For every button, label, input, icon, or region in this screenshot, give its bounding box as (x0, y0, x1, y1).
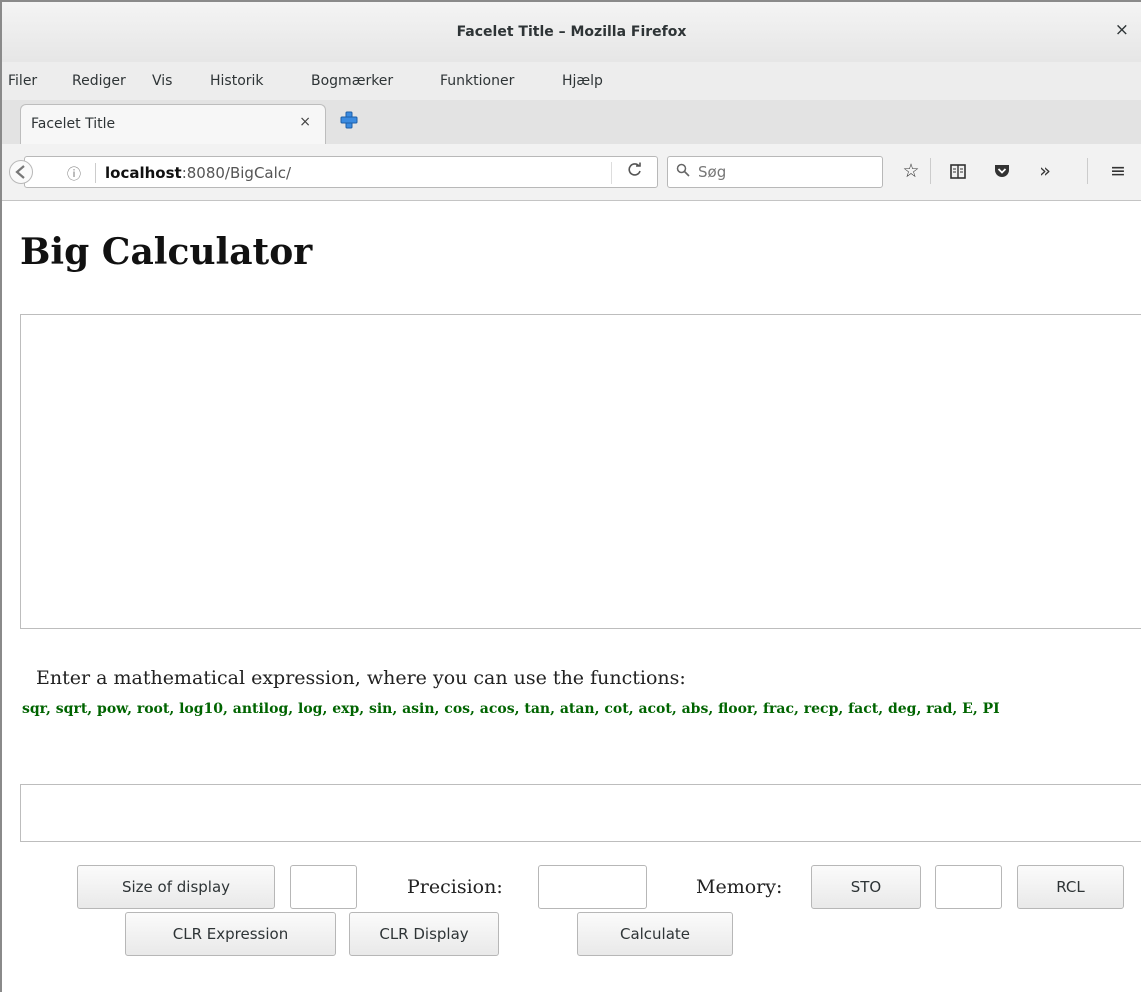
reload-icon[interactable] (627, 162, 643, 182)
search-icon (676, 163, 690, 183)
menu-item-filer[interactable]: Filer (8, 73, 37, 89)
clr-expression-button[interactable]: CLR Expression (125, 912, 336, 956)
tab-facelet-title[interactable]: Facelet Title × (20, 104, 326, 144)
url-text[interactable]: localhost:8080/BigCalc/ (105, 164, 291, 182)
url-separator-2 (611, 162, 612, 184)
url-path: :8080/BigCalc/ (181, 164, 292, 182)
site-info-icon[interactable]: ⓘ (67, 164, 81, 184)
browser-window: Facelet Title – Mozilla Firefox × Filer … (0, 0, 1141, 994)
url-host: localhost (105, 164, 182, 182)
sto-button[interactable]: STO (811, 865, 921, 909)
star-icon[interactable]: ☆ (898, 158, 924, 184)
navigation-bar: ⓘ localhost:8080/BigCalc/ Søg ☆ » ≡ (2, 144, 1141, 201)
menu-icon[interactable]: ≡ (1105, 158, 1131, 184)
nav-separator (930, 158, 931, 184)
size-of-display-button[interactable]: Size of display (77, 865, 275, 909)
pocket-icon[interactable] (989, 158, 1015, 184)
back-button[interactable] (9, 160, 33, 184)
tab-label: Facelet Title (31, 116, 116, 132)
tab-close-icon[interactable]: × (299, 114, 311, 130)
calculate-button[interactable]: Calculate (577, 912, 733, 956)
display-size-input[interactable] (290, 865, 357, 909)
menu-bar: Filer Rediger Vis Historik Bogmærker Fun… (2, 62, 1141, 101)
memory-input[interactable] (935, 865, 1002, 909)
reading-list-icon[interactable] (945, 158, 971, 184)
url-separator (95, 163, 96, 183)
menu-item-bogmaerker[interactable]: Bogmærker (311, 73, 393, 89)
expression-input[interactable] (20, 784, 1141, 842)
page-title: Big Calculator (20, 231, 313, 273)
clr-display-button[interactable]: CLR Display (349, 912, 499, 956)
title-bar: Facelet Title – Mozilla Firefox × (2, 2, 1141, 63)
nav-separator-2 (1087, 158, 1088, 184)
overflow-icon[interactable]: » (1032, 158, 1058, 184)
tab-strip: Facelet Title × (2, 100, 1141, 145)
rcl-button[interactable]: RCL (1017, 865, 1124, 909)
close-window-icon[interactable]: × (1115, 20, 1129, 40)
result-display[interactable] (20, 314, 1141, 629)
menu-item-vis[interactable]: Vis (152, 73, 172, 89)
menu-item-funktioner[interactable]: Funktioner (440, 73, 514, 89)
precision-input[interactable] (538, 865, 647, 909)
menu-item-rediger[interactable]: Rediger (72, 73, 126, 89)
search-bar[interactable]: Søg (667, 156, 883, 188)
menu-item-hjaelp[interactable]: Hjælp (562, 73, 603, 89)
window-title: Facelet Title – Mozilla Firefox (456, 24, 687, 40)
search-placeholder: Søg (698, 163, 727, 181)
instruction-text: Enter a mathematical expression, where y… (36, 667, 686, 689)
page-content: Big Calculator Enter a mathematical expr… (2, 201, 1141, 994)
precision-label: Precision: (407, 876, 503, 898)
function-list: sqr, sqrt, pow, root, log10, antilog, lo… (22, 701, 1000, 717)
memory-label: Memory: (696, 876, 783, 898)
new-tab-icon[interactable] (339, 110, 359, 130)
menu-item-historik[interactable]: Historik (210, 73, 264, 89)
url-bar[interactable]: ⓘ localhost:8080/BigCalc/ (24, 156, 658, 188)
